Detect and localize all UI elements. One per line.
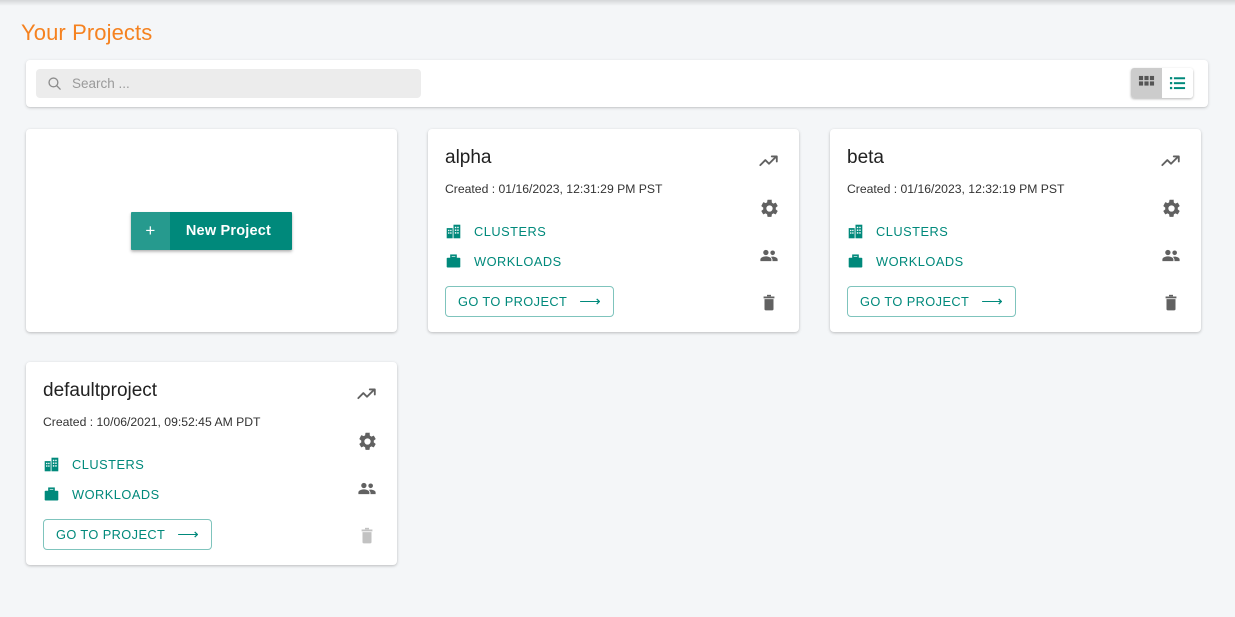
go-to-project-button[interactable]: GO TO PROJECT ⟶ bbox=[847, 286, 1017, 317]
project-settings-button[interactable] bbox=[352, 427, 382, 457]
project-card: defaultproject Created : 10/06/2021, 09:… bbox=[26, 362, 397, 565]
clusters-link[interactable]: CLUSTERS bbox=[847, 221, 964, 242]
plus-icon: + bbox=[130, 211, 170, 250]
list-view-icon bbox=[1169, 76, 1186, 89]
page-title: Your Projects bbox=[21, 20, 153, 45]
project-metrics-button[interactable] bbox=[352, 379, 382, 409]
go-to-project-label: GO TO PROJECT bbox=[56, 527, 166, 542]
project-links: CLUSTERS WORKLOADS bbox=[847, 221, 964, 281]
trash-icon bbox=[1165, 295, 1177, 311]
workloads-link[interactable]: WORKLOADS bbox=[445, 251, 562, 272]
building-icon bbox=[848, 224, 863, 239]
toolbar bbox=[26, 60, 1208, 107]
people-icon bbox=[358, 482, 376, 494]
project-card: beta Created : 01/16/2023, 12:32:19 PM P… bbox=[830, 129, 1201, 332]
project-members-button[interactable] bbox=[754, 241, 784, 271]
workloads-label: WORKLOADS bbox=[72, 487, 160, 502]
new-project-card: + New Project bbox=[26, 129, 397, 332]
project-links: CLUSTERS WORKLOADS bbox=[43, 454, 160, 514]
workloads-label: WORKLOADS bbox=[474, 254, 562, 269]
project-settings-button[interactable] bbox=[754, 194, 784, 224]
trending-up-icon bbox=[357, 388, 376, 399]
clusters-label: CLUSTERS bbox=[474, 224, 547, 239]
go-to-project-label: GO TO PROJECT bbox=[860, 294, 970, 309]
arrow-right-icon: ⟶ bbox=[981, 293, 1004, 310]
delete-project-button[interactable] bbox=[1156, 289, 1186, 319]
building-icon bbox=[44, 457, 59, 472]
project-name: beta bbox=[847, 147, 884, 168]
gear-icon bbox=[358, 432, 376, 450]
arrow-right-icon: ⟶ bbox=[177, 526, 200, 543]
projects-grid: + New Project alpha Created : 01/16/2023… bbox=[26, 129, 1211, 565]
project-created: Created : 10/06/2021, 09:52:45 AM PDT bbox=[43, 415, 261, 429]
go-to-project-label: GO TO PROJECT bbox=[458, 294, 568, 309]
gear-icon bbox=[1162, 199, 1180, 217]
view-toggle-group bbox=[1131, 68, 1193, 98]
new-project-button[interactable]: + New Project bbox=[130, 211, 293, 250]
list-view-button[interactable] bbox=[1162, 68, 1193, 98]
project-created: Created : 01/16/2023, 12:32:19 PM PST bbox=[847, 182, 1065, 196]
project-members-button[interactable] bbox=[1156, 241, 1186, 271]
clusters-label: CLUSTERS bbox=[72, 457, 145, 472]
workloads-link[interactable]: WORKLOADS bbox=[43, 484, 160, 505]
search-input[interactable] bbox=[72, 76, 402, 91]
clusters-link[interactable]: CLUSTERS bbox=[445, 221, 562, 242]
people-icon bbox=[1162, 249, 1180, 261]
new-project-label: New Project bbox=[185, 222, 272, 239]
card-action-icons bbox=[1154, 146, 1188, 318]
trending-up-icon bbox=[759, 155, 778, 166]
project-created: Created : 01/16/2023, 12:31:29 PM PST bbox=[445, 182, 663, 196]
clusters-label: CLUSTERS bbox=[876, 224, 949, 239]
projects-page: Your Projects Search ... + New Project a… bbox=[0, 0, 1235, 617]
gear-icon bbox=[760, 199, 778, 217]
search-icon bbox=[48, 77, 61, 90]
go-to-project-button[interactable]: GO TO PROJECT ⟶ bbox=[445, 286, 615, 317]
search-field[interactable] bbox=[36, 69, 421, 98]
workloads-label: WORKLOADS bbox=[876, 254, 964, 269]
people-icon bbox=[760, 249, 778, 261]
trash-icon bbox=[763, 295, 775, 311]
project-settings-button[interactable] bbox=[1156, 194, 1186, 224]
project-links: CLUSTERS WORKLOADS bbox=[445, 221, 562, 281]
briefcase-icon bbox=[446, 254, 461, 268]
project-card: alpha Created : 01/16/2023, 12:31:29 PM … bbox=[428, 129, 799, 332]
grid-view-icon bbox=[1138, 75, 1155, 86]
workloads-link[interactable]: WORKLOADS bbox=[847, 251, 964, 272]
delete-project-button[interactable] bbox=[754, 289, 784, 319]
project-name: defaultproject bbox=[43, 380, 158, 401]
card-action-icons bbox=[350, 379, 384, 551]
trending-up-icon bbox=[1161, 155, 1180, 166]
project-members-button[interactable] bbox=[352, 474, 382, 504]
clusters-link[interactable]: CLUSTERS bbox=[43, 454, 160, 475]
card-action-icons bbox=[752, 146, 786, 318]
trash-icon bbox=[361, 528, 373, 544]
briefcase-icon bbox=[44, 487, 59, 501]
building-icon bbox=[446, 224, 461, 239]
grid-view-button[interactable] bbox=[1131, 68, 1162, 98]
project-name: alpha bbox=[445, 147, 492, 168]
briefcase-icon bbox=[848, 254, 863, 268]
project-metrics-button[interactable] bbox=[754, 146, 784, 176]
delete-project-button bbox=[352, 522, 382, 552]
project-metrics-button[interactable] bbox=[1156, 146, 1186, 176]
arrow-right-icon: ⟶ bbox=[579, 293, 602, 310]
go-to-project-button[interactable]: GO TO PROJECT ⟶ bbox=[43, 519, 213, 550]
